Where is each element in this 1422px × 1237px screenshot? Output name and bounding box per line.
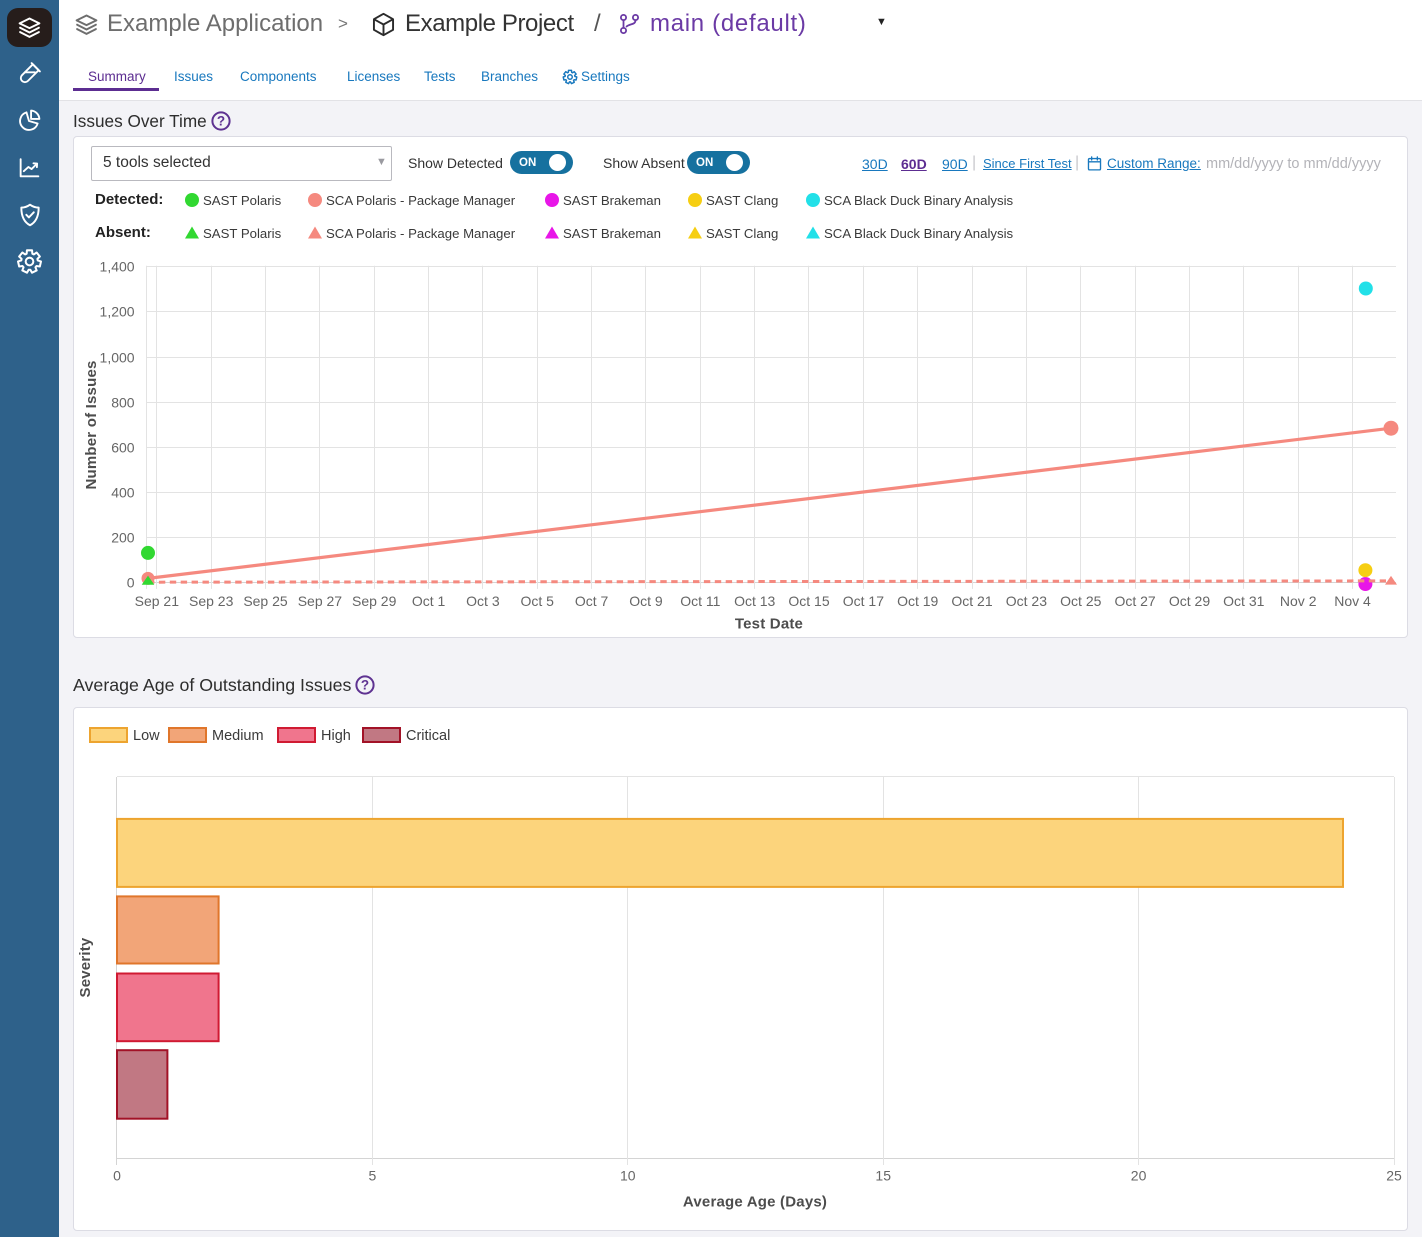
- svg-text:Oct 29: Oct 29: [1169, 593, 1210, 609]
- svg-text:20: 20: [1131, 1167, 1147, 1183]
- svg-text:Oct 25: Oct 25: [1060, 593, 1101, 609]
- svg-text:Oct 23: Oct 23: [1006, 593, 1047, 609]
- svg-text:Oct 17: Oct 17: [843, 593, 884, 609]
- svg-text:Sep 29: Sep 29: [352, 593, 397, 609]
- svg-text:Number of Issues: Number of Issues: [83, 360, 100, 489]
- svg-text:Nov 2: Nov 2: [1280, 593, 1317, 609]
- svg-text:Oct 21: Oct 21: [951, 593, 992, 609]
- svg-text:15: 15: [875, 1167, 891, 1183]
- svg-text:?: ?: [217, 113, 225, 128]
- svg-text:Test Date: Test Date: [735, 616, 803, 633]
- svg-text:Sep 25: Sep 25: [243, 593, 288, 609]
- svg-text:Oct 5: Oct 5: [520, 593, 554, 609]
- svg-text:0: 0: [127, 575, 135, 591]
- svg-text:Nov 4: Nov 4: [1334, 593, 1371, 609]
- svg-text:10: 10: [620, 1167, 636, 1183]
- svg-text:Oct 11: Oct 11: [680, 593, 720, 609]
- svg-text:Oct 9: Oct 9: [629, 593, 663, 609]
- svg-text:Oct 27: Oct 27: [1114, 593, 1155, 609]
- svg-text:Oct 19: Oct 19: [897, 593, 938, 609]
- svg-text:800: 800: [111, 395, 135, 411]
- svg-text:Oct 3: Oct 3: [466, 593, 500, 609]
- svg-text:?: ?: [361, 677, 369, 692]
- svg-text:Oct 31: Oct 31: [1223, 593, 1264, 609]
- svg-text:Oct 1: Oct 1: [412, 593, 446, 609]
- svg-text:Severity: Severity: [77, 937, 94, 997]
- svg-text:400: 400: [111, 485, 135, 501]
- svg-text:Oct 13: Oct 13: [734, 593, 775, 609]
- svg-text:1,000: 1,000: [100, 350, 135, 366]
- svg-text:Sep 21: Sep 21: [135, 593, 180, 609]
- svg-text:200: 200: [111, 530, 135, 546]
- svg-text:25: 25: [1386, 1167, 1402, 1183]
- svg-text:Oct 7: Oct 7: [575, 593, 609, 609]
- svg-text:1,200: 1,200: [100, 304, 135, 320]
- svg-text:Sep 27: Sep 27: [298, 593, 343, 609]
- svg-text:1,400: 1,400: [100, 259, 135, 275]
- svg-text:0: 0: [113, 1167, 121, 1183]
- svg-text:Oct 15: Oct 15: [788, 593, 829, 609]
- svg-text:5: 5: [369, 1167, 377, 1183]
- svg-text:Sep 23: Sep 23: [189, 593, 234, 609]
- svg-text:Average Age (Days): Average Age (Days): [683, 1194, 827, 1211]
- svg-text:600: 600: [111, 440, 135, 456]
